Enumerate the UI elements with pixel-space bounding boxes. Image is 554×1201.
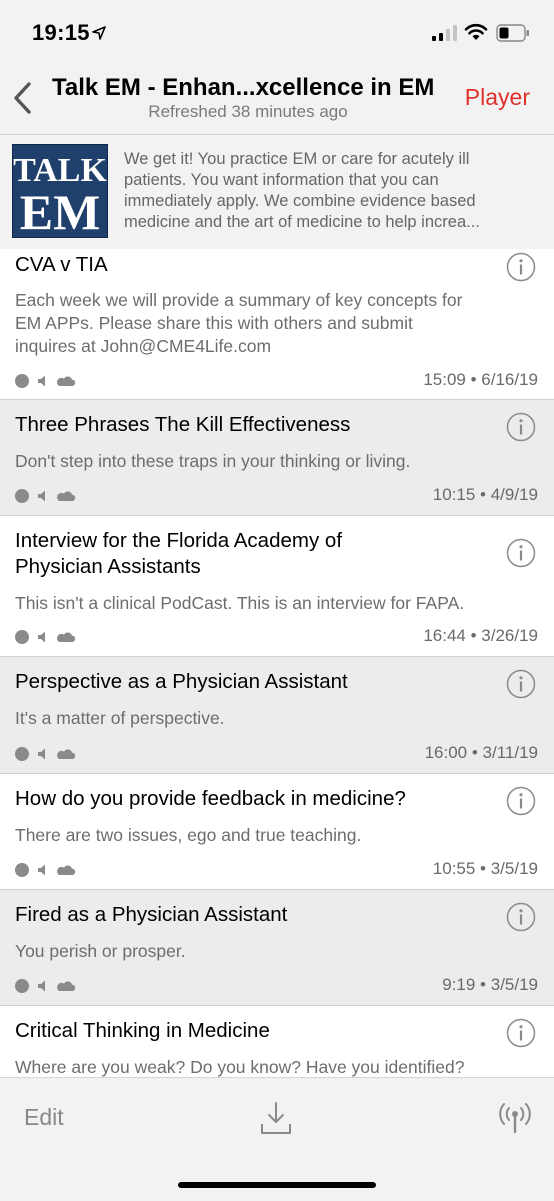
episode-title: Critical Thinking in Medicine	[15, 1019, 270, 1042]
cloud-icon	[57, 749, 76, 759]
speaker-icon	[38, 490, 45, 502]
logo-line2: EM	[20, 184, 101, 237]
description-line: immediately apply. We combine evidence b…	[124, 192, 476, 210]
podcast-title: Talk EM - Enhan...xcellence in EM	[52, 74, 435, 101]
episode-description: Don't step into these traps in your thin…	[15, 451, 411, 471]
location-arrow-icon	[92, 26, 106, 40]
download-icon[interactable]	[259, 1100, 293, 1136]
episode-row[interactable]: Three Phrases The Kill Effectiveness Don…	[0, 400, 554, 516]
episode-list[interactable]: CVA v TIA Each week we will provide a su…	[0, 249, 554, 1077]
episode-duration-date: 16:00 • 3/11/19	[424, 743, 538, 762]
battery-icon	[496, 24, 529, 42]
episode-status-icons	[15, 979, 76, 993]
cloud-icon	[57, 491, 76, 501]
description-line: patients. You want information that you …	[124, 171, 439, 189]
episode-row[interactable]: Interview for the Florida Academy of Phy…	[0, 516, 554, 657]
speaker-icon	[38, 864, 45, 876]
episode-title: CVA v TIA	[15, 253, 108, 276]
refresh-status: Refreshed 38 minutes ago	[148, 102, 348, 121]
episode-description: It's a matter of perspective.	[15, 708, 225, 728]
cloud-icon	[57, 981, 76, 991]
episode-row[interactable]: CVA v TIA Each week we will provide a su…	[0, 249, 554, 400]
speaker-icon	[38, 980, 45, 992]
episode-status-icons	[15, 863, 76, 877]
signal-icon	[432, 25, 457, 41]
episode-description: Each week we will provide a summary of k…	[15, 290, 463, 356]
info-icon[interactable]	[506, 412, 536, 442]
episode-description: Where are you weak? Do you know? Have yo…	[15, 1057, 465, 1077]
antenna-icon[interactable]	[498, 1102, 532, 1134]
info-icon[interactable]	[506, 902, 536, 932]
cloud-icon	[57, 865, 76, 875]
episode-title: How do you provide feedback in medicine?	[15, 787, 406, 810]
edit-button[interactable]: Edit	[24, 1104, 64, 1131]
episode-row[interactable]: How do you provide feedback in medicine?…	[0, 774, 554, 890]
episode-description: You perish or prosper.	[15, 941, 186, 961]
unplayed-dot-icon	[15, 863, 29, 877]
status-time: 19:15	[32, 20, 90, 45]
navigation-bar: Talk EM - Enhan...xcellence in EM Refres…	[0, 68, 554, 128]
episode-duration-date: 10:15 • 4/9/19	[432, 485, 538, 504]
podcast-artwork: TALK EM	[12, 144, 108, 238]
chevron-left-icon[interactable]	[10, 80, 34, 116]
episode-status-icons	[15, 489, 76, 503]
episode-status-icons	[15, 630, 76, 644]
episode-duration-date: 10:55 • 3/5/19	[432, 859, 538, 878]
episode-row[interactable]: Critical Thinking in Medicine Where are …	[0, 1006, 554, 1077]
info-icon[interactable]	[506, 252, 536, 282]
unplayed-dot-icon	[15, 489, 29, 503]
status-bar: 19:15	[0, 0, 554, 68]
unplayed-dot-icon	[15, 374, 29, 388]
description-line: medicine and the art of medicine to help…	[124, 213, 480, 231]
cloud-icon	[57, 376, 76, 386]
speaker-icon	[38, 748, 45, 760]
episode-status-icons	[15, 374, 76, 388]
speaker-icon	[38, 631, 45, 643]
wifi-icon	[464, 23, 488, 40]
player-button[interactable]: Player	[465, 84, 530, 111]
home-indicator	[178, 1182, 376, 1188]
episode-duration-date: 15:09 • 6/16/19	[423, 370, 538, 389]
unplayed-dot-icon	[15, 630, 29, 644]
episode-status-icons	[15, 747, 76, 761]
unplayed-dot-icon	[15, 747, 29, 761]
episode-duration-date: 16:44 • 3/26/19	[423, 626, 538, 645]
episode-row[interactable]: Fired as a Physician Assistant You peris…	[0, 890, 554, 1006]
podcast-header[interactable]: TALK EM We get it! You practice EM or ca…	[0, 134, 554, 250]
episode-title: Perspective as a Physician Assistant	[15, 670, 348, 693]
episode-title: Three Phrases The Kill Effectiveness	[15, 413, 351, 436]
info-icon[interactable]	[506, 669, 536, 699]
bottom-toolbar: Edit	[0, 1077, 554, 1201]
speaker-icon	[38, 375, 45, 387]
podcast-description: We get it! You practice EM or care for a…	[124, 149, 534, 233]
info-icon[interactable]	[506, 786, 536, 816]
info-icon[interactable]	[506, 1018, 536, 1048]
info-icon[interactable]	[506, 538, 536, 568]
episode-title: Fired as a Physician Assistant	[15, 903, 288, 926]
episode-description: This isn't a clinical PodCast. This is a…	[15, 593, 465, 613]
unplayed-dot-icon	[15, 979, 29, 993]
description-line: We get it! You practice EM or care for a…	[124, 150, 470, 168]
episode-description: There are two issues, ego and true teach…	[15, 825, 362, 845]
episode-title: Interview for the Florida Academy of Phy…	[15, 529, 343, 578]
episode-duration-date: 9:19 • 3/5/19	[442, 975, 538, 994]
cloud-icon	[57, 632, 76, 642]
episode-row[interactable]: Perspective as a Physician Assistant It'…	[0, 657, 554, 774]
